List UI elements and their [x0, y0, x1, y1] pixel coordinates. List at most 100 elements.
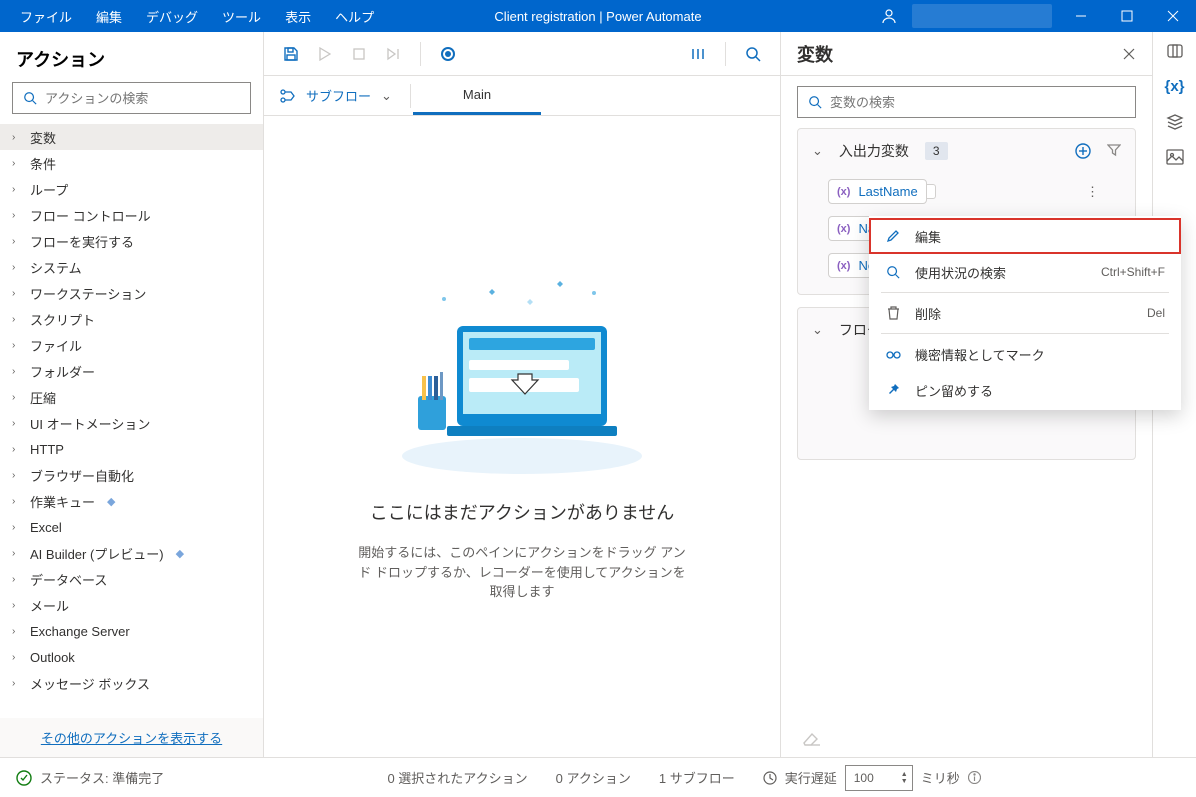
action-category[interactable]: ›Excel	[0, 514, 263, 540]
columns-icon[interactable]	[683, 39, 713, 69]
show-more-actions[interactable]: その他のアクションを表示する	[0, 718, 263, 757]
save-button[interactable]	[276, 39, 306, 69]
menu-bar: ファイル 編集 デバッグ ツール 表示 ヘルプ	[0, 1, 386, 32]
maximize-button[interactable]	[1104, 0, 1150, 32]
actions-panel-title: アクション	[0, 32, 263, 82]
actions-list: ›変数›条件›ループ›フロー コントロール›フローを実行する›システム›ワークス…	[0, 124, 263, 718]
record-button[interactable]	[433, 39, 463, 69]
step-button[interactable]	[378, 39, 408, 69]
chevron-down-icon[interactable]: ⌄	[812, 143, 823, 159]
chevron-right-icon: ›	[12, 184, 22, 195]
action-category[interactable]: ›フローを実行する	[0, 228, 263, 254]
action-category[interactable]: ›フロー コントロール	[0, 202, 263, 228]
action-category[interactable]: ›フォルダー	[0, 358, 263, 384]
ctx-delete[interactable]: 削除 Del	[869, 295, 1181, 331]
toolbar	[264, 32, 780, 76]
status-text: ステータス: 準備完了	[40, 768, 164, 787]
action-category[interactable]: ›スクリプト	[0, 306, 263, 332]
stop-button[interactable]	[344, 39, 374, 69]
actions-search-input[interactable]	[45, 91, 240, 106]
premium-icon: ◆	[107, 495, 115, 508]
rail-icon-copilot[interactable]	[1166, 42, 1184, 60]
ctx-find-usages[interactable]: 使用状況の検索 Ctrl+Shift+F	[869, 254, 1181, 290]
chevron-right-icon: ›	[12, 366, 22, 377]
chevron-right-icon: ›	[12, 496, 22, 507]
search-icon	[885, 265, 901, 279]
run-button[interactable]	[310, 39, 340, 69]
action-category[interactable]: ›作業キュー◆	[0, 488, 263, 514]
action-category[interactable]: ›ブラウザー自動化	[0, 462, 263, 488]
actions-panel: アクション ›変数›条件›ループ›フロー コントロール›フローを実行する›システ…	[0, 32, 264, 757]
menu-view[interactable]: 表示	[273, 1, 323, 32]
variables-search[interactable]	[797, 86, 1136, 118]
close-button[interactable]	[1150, 0, 1196, 32]
info-icon[interactable]	[968, 771, 981, 784]
chevron-right-icon: ›	[12, 210, 22, 221]
premium-icon: ◆	[176, 547, 184, 560]
ctx-mark-sensitive[interactable]: 機密情報としてマーク	[869, 336, 1181, 372]
chevron-down-icon: ⌄	[381, 88, 392, 104]
action-category[interactable]: ›AI Builder (プレビュー)◆	[0, 540, 263, 566]
user-icon[interactable]	[866, 0, 912, 32]
rail-icon-layers[interactable]	[1166, 113, 1184, 131]
action-category[interactable]: ›UI オートメーション	[0, 410, 263, 436]
chevron-right-icon: ›	[12, 236, 22, 247]
ctx-pin[interactable]: ピン留めする	[869, 372, 1181, 408]
empty-illustration	[382, 271, 662, 481]
chevron-right-icon: ›	[12, 418, 22, 429]
subflow-dropdown[interactable]: サブフロー ⌄	[264, 76, 408, 115]
action-category[interactable]: ›システム	[0, 254, 263, 280]
rail-icon-images[interactable]	[1166, 149, 1184, 165]
action-category[interactable]: ›データベース	[0, 566, 263, 592]
chevron-right-icon: ›	[12, 262, 22, 273]
toolbar-search-button[interactable]	[738, 39, 768, 69]
trash-icon	[885, 306, 901, 320]
menu-help[interactable]: ヘルプ	[323, 1, 386, 32]
empty-state-subtitle: 開始するには、このペインにアクションをドラッグ アンド ドロップするか、レコーダ…	[352, 543, 692, 602]
action-category[interactable]: ›条件	[0, 150, 263, 176]
eraser-icon[interactable]	[781, 721, 1152, 757]
delay-spinner[interactable]: 100 ▲▼	[845, 765, 913, 791]
filter-icon[interactable]	[1107, 143, 1121, 159]
action-category[interactable]: ›ループ	[0, 176, 263, 202]
action-category[interactable]: ›変数	[0, 124, 263, 150]
action-category[interactable]: ›圧縮	[0, 384, 263, 410]
close-icon[interactable]	[1122, 47, 1136, 61]
action-category[interactable]: ›ワークステーション	[0, 280, 263, 306]
ctx-edit[interactable]: 編集	[869, 218, 1181, 254]
variable-type-icon: (x)	[837, 260, 850, 272]
chevron-right-icon: ›	[12, 574, 22, 585]
action-category[interactable]: ›HTTP	[0, 436, 263, 462]
user-info[interactable]	[912, 4, 1052, 28]
menu-tools[interactable]: ツール	[210, 1, 273, 32]
action-category[interactable]: ›メッセージ ボックス	[0, 670, 263, 696]
chevron-right-icon: ›	[12, 548, 22, 559]
rail-icon-variables[interactable]: {x}	[1164, 78, 1184, 95]
status-ok-icon	[16, 770, 32, 786]
menu-file[interactable]: ファイル	[8, 1, 84, 32]
chevron-right-icon: ›	[12, 444, 22, 455]
action-category[interactable]: ›Outlook	[0, 644, 263, 670]
action-category[interactable]: ›Exchange Server	[0, 618, 263, 644]
tab-main[interactable]: Main	[413, 76, 541, 115]
chevron-right-icon: ›	[12, 626, 22, 637]
chevron-right-icon: ›	[12, 158, 22, 169]
variable-more-button[interactable]: ⋮	[1080, 182, 1105, 202]
pin-icon	[885, 383, 901, 397]
empty-state-title: ここにはまだアクションがありません	[370, 499, 675, 525]
title-bar: ファイル 編集 デバッグ ツール 表示 ヘルプ Client registrat…	[0, 0, 1196, 32]
add-variable-button[interactable]	[1075, 143, 1091, 159]
minimize-button[interactable]	[1058, 0, 1104, 32]
action-category[interactable]: ›メール	[0, 592, 263, 618]
variables-search-input[interactable]	[830, 95, 1125, 110]
subflow-bar: サブフロー ⌄ Main	[264, 76, 780, 116]
actions-search[interactable]	[12, 82, 251, 114]
chevron-right-icon: ›	[12, 678, 22, 689]
menu-edit[interactable]: 編集	[84, 1, 134, 32]
chevron-right-icon: ›	[12, 470, 22, 481]
chevron-down-icon[interactable]: ⌄	[812, 322, 823, 338]
menu-debug[interactable]: デバッグ	[134, 1, 210, 32]
variable-chip-lastname[interactable]: (x) LastName	[828, 179, 927, 204]
designer-canvas[interactable]: ここにはまだアクションがありません 開始するには、このペインにアクションをドラッ…	[264, 116, 780, 757]
action-category[interactable]: ›ファイル	[0, 332, 263, 358]
